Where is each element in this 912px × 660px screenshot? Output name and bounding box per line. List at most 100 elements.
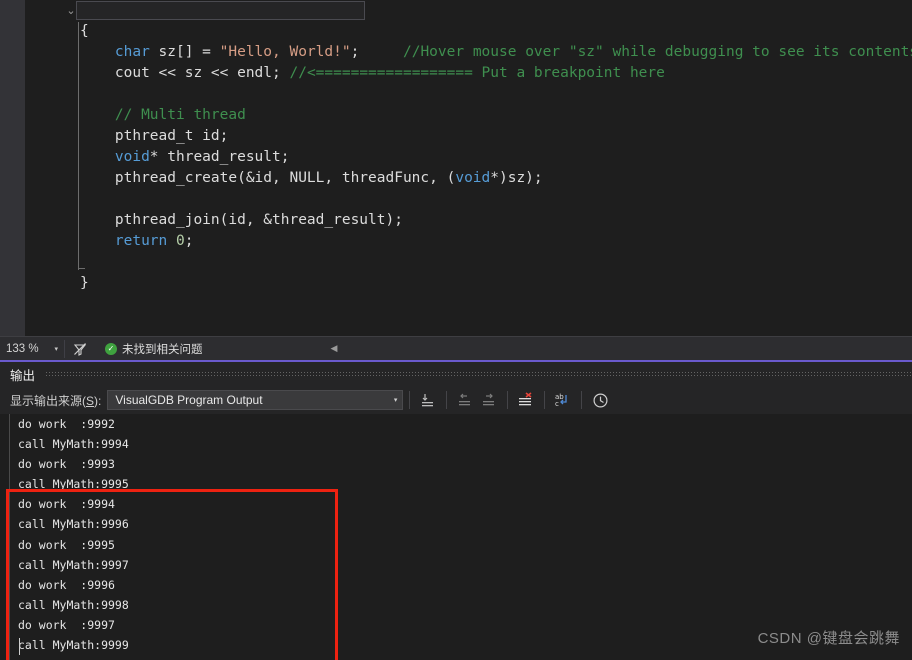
watermark-text: CSDN @键盘会跳舞 bbox=[757, 630, 900, 647]
output-source-label: 显示输出来源(S): bbox=[10, 393, 102, 408]
code-text-area[interactable]: ⌄ int main(int argc, char *argv[]){char s… bbox=[0, 0, 912, 336]
check-circle-icon: ✓ bbox=[105, 342, 117, 355]
toolbar-separator bbox=[507, 391, 509, 409]
code-token: } bbox=[80, 275, 89, 291]
code-token: pthread_join(id, &thread_result); bbox=[114, 212, 403, 228]
output-text-area[interactable]: do work :9992 call MyMath:9994 do work :99… bbox=[0, 414, 912, 660]
code-token: * thread_result; bbox=[149, 149, 290, 165]
output-line: call MyMath:9999 bbox=[18, 638, 129, 653]
code-line-text: pthread_create(&id, NULL, threadFunc, (v… bbox=[80, 170, 543, 186]
code-line-text: pthread_t id; bbox=[80, 128, 229, 144]
chevron-down-icon: ▾ bbox=[54, 345, 58, 353]
toolbar-separator bbox=[581, 391, 583, 409]
output-line: do work :9993 bbox=[18, 457, 115, 472]
output-source-value: VisualGDB Program Output bbox=[115, 393, 263, 407]
code-line: ⌄ int main(int argc, char *argv[]) bbox=[0, 0, 912, 21]
zoom-level-value: 133 % bbox=[6, 342, 39, 355]
code-line-text: { bbox=[80, 23, 89, 39]
code-token: pthread_t id; bbox=[114, 128, 229, 144]
code-token: { bbox=[80, 23, 89, 39]
code-token: 0 bbox=[176, 233, 185, 249]
code-line: pthread_join(id, &thread_result); bbox=[0, 210, 912, 231]
code-line: char sz[] = "Hello, World!"; //Hover mou… bbox=[0, 42, 912, 63]
output-panel: 输出 显示输出来源(S): VisualGDB Program Output ▾ bbox=[0, 360, 912, 660]
output-line: do work :9995 bbox=[18, 537, 115, 552]
code-line-text: int main(int argc, char *argv[]) bbox=[80, 2, 359, 18]
issue-status[interactable]: ✓ 未找到相关问题 bbox=[105, 341, 203, 357]
code-token: //Hover mouse over "sz" while debugging … bbox=[402, 44, 912, 60]
code-line: // Multi thread bbox=[0, 105, 912, 126]
chevron-down-icon: ▾ bbox=[393, 397, 398, 404]
code-line-text: // Multi thread bbox=[80, 107, 246, 123]
find-message-in-output-icon[interactable] bbox=[416, 389, 440, 411]
code-token: void bbox=[114, 149, 150, 165]
code-token: argc, bbox=[184, 2, 246, 18]
code-line-text: cout << sz << endl; //<=================… bbox=[80, 65, 665, 81]
code-token: ; bbox=[184, 233, 194, 249]
output-line: do work :9998 bbox=[18, 655, 136, 660]
scroll-left-arrow-icon[interactable]: ◀ bbox=[331, 343, 338, 354]
output-line: call MyMath:9997 bbox=[18, 557, 129, 572]
toolbar-separator bbox=[544, 391, 546, 409]
visual-studio-window: ⌄ int main(int argc, char *argv[]){char s… bbox=[0, 0, 912, 660]
clear-all-icon[interactable] bbox=[514, 389, 538, 411]
output-line: call MyMath:9998 bbox=[18, 597, 129, 612]
code-line-text: char sz[] = "Hello, World!"; //Hover mou… bbox=[80, 44, 912, 60]
output-source-combobox[interactable]: VisualGDB Program Output ▾ bbox=[107, 390, 404, 410]
go-to-previous-message-icon[interactable] bbox=[453, 389, 477, 411]
code-line: pthread_t id; bbox=[0, 126, 912, 147]
no-issues-filter-icon[interactable] bbox=[67, 338, 93, 360]
code-token: *argv[]) bbox=[280, 2, 360, 18]
output-line: do work :9997 bbox=[18, 617, 115, 632]
output-line: call MyMath:9994 bbox=[18, 437, 129, 452]
code-token: *)sz); bbox=[490, 170, 543, 186]
output-left-rail bbox=[9, 414, 10, 660]
collapse-chevron-icon[interactable]: ⌄ bbox=[64, 0, 78, 21]
code-token: // Multi thread bbox=[114, 107, 246, 123]
output-line: call MyMath:9995 bbox=[18, 477, 129, 492]
code-token: int bbox=[158, 2, 185, 18]
zoom-level-combobox[interactable]: 133 % ▾ bbox=[0, 337, 62, 360]
code-token: char bbox=[114, 44, 150, 60]
code-token: ; bbox=[350, 44, 403, 60]
output-text-caret bbox=[19, 638, 20, 655]
tab-output-label: 输出 bbox=[10, 368, 36, 383]
code-line-text: } bbox=[80, 275, 89, 291]
code-line-text: return 0; bbox=[80, 233, 194, 249]
svg-text:c: c bbox=[555, 400, 559, 408]
code-token: char bbox=[245, 2, 281, 18]
toolbar-separator bbox=[409, 391, 411, 409]
code-token: main( bbox=[106, 2, 159, 18]
tab-output[interactable]: 输出 bbox=[0, 362, 43, 386]
tab-row-filler bbox=[45, 362, 912, 386]
code-token: int bbox=[80, 2, 107, 18]
status-separator bbox=[64, 339, 65, 358]
output-line: do work :9994 bbox=[18, 497, 115, 512]
code-line-text: pthread_join(id, &thread_result); bbox=[80, 212, 403, 228]
code-line: pthread_create(&id, NULL, threadFunc, (v… bbox=[0, 168, 912, 189]
output-line: do work :9992 bbox=[18, 417, 115, 431]
output-line: call MyMath:9996 bbox=[18, 517, 129, 532]
code-token: return bbox=[114, 233, 168, 249]
code-token: //<================== Put a breakpoint h… bbox=[289, 65, 665, 81]
toolbar-separator bbox=[446, 391, 448, 409]
code-token: void bbox=[455, 170, 491, 186]
code-token: sz[] = bbox=[149, 44, 220, 60]
code-line: void* thread_result; bbox=[0, 147, 912, 168]
issue-status-text: 未找到相关问题 bbox=[122, 343, 203, 356]
code-line: cout << sz << endl; //<=================… bbox=[0, 63, 912, 84]
show-timestamps-icon[interactable] bbox=[588, 389, 612, 411]
toggle-word-wrap-icon[interactable]: ab c bbox=[551, 389, 575, 411]
code-token: cout << sz << endl; bbox=[114, 65, 290, 81]
code-line: } bbox=[0, 273, 912, 294]
code-line-text: void* thread_result; bbox=[80, 149, 290, 165]
code-line: return 0; bbox=[0, 231, 912, 252]
code-line: { bbox=[0, 21, 912, 42]
output-tab-row: 输出 bbox=[0, 362, 912, 386]
go-to-next-message-icon[interactable] bbox=[477, 389, 501, 411]
code-editor[interactable]: ⌄ int main(int argc, char *argv[]){char s… bbox=[0, 0, 912, 336]
